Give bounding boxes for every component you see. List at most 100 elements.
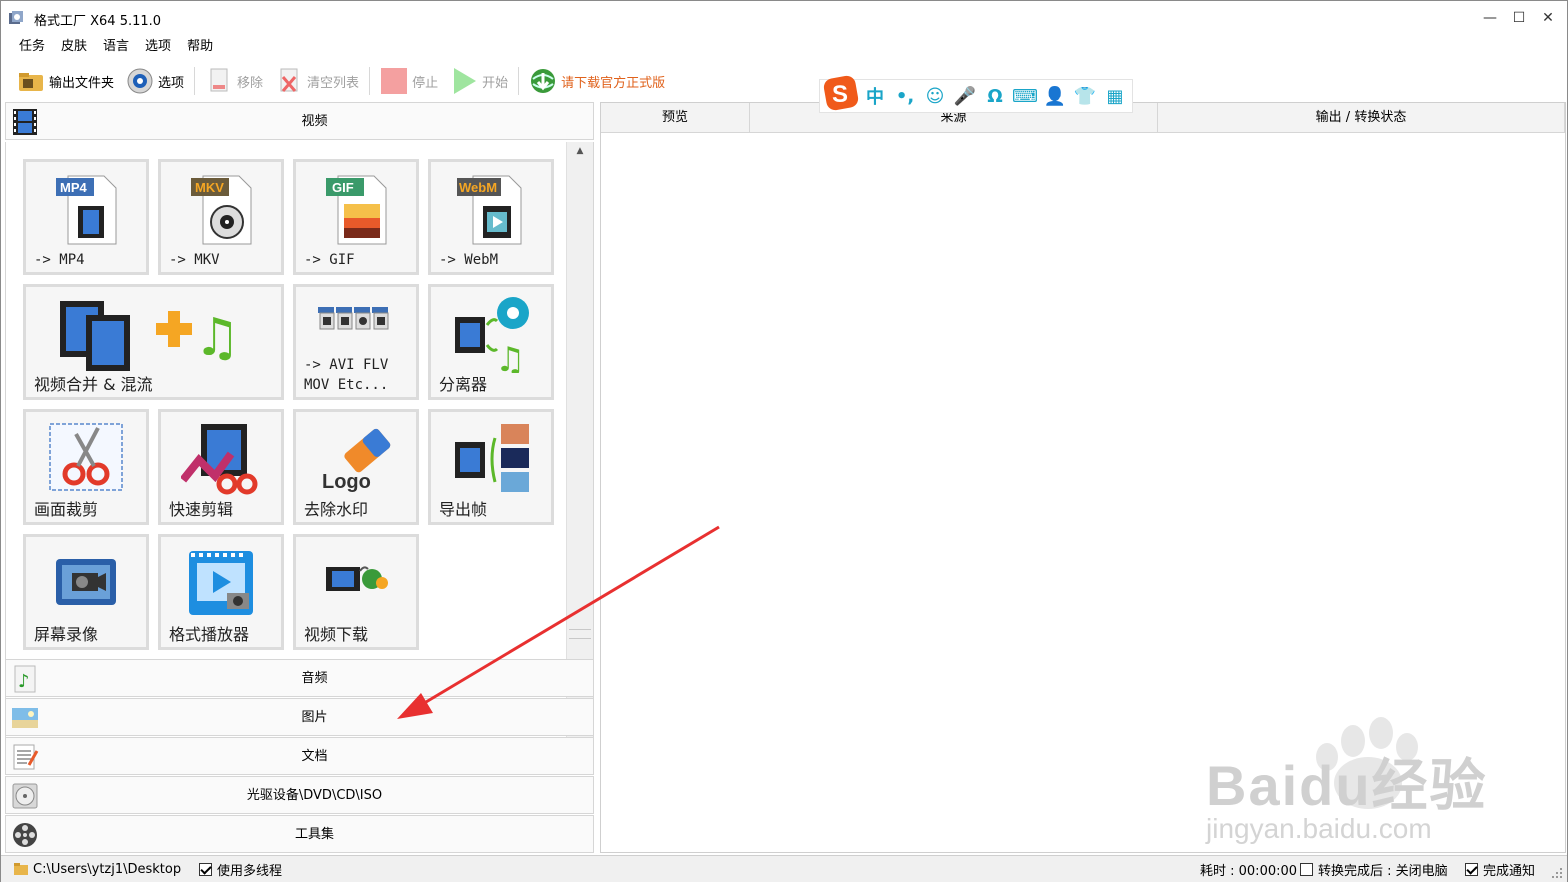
svg-text:WebM: WebM	[459, 180, 497, 195]
scroll-thumb[interactable]	[569, 629, 591, 639]
window-title: 格式工厂 X64 5.11.0	[34, 14, 162, 29]
ime-punctuation[interactable]: •,	[890, 81, 920, 111]
tile-remove-watermark[interactable]: Logo 去除水印	[293, 409, 419, 525]
tile-label: 视频下载	[304, 625, 369, 644]
scroll-up-arrow[interactable]: ▲	[567, 142, 593, 160]
crop-scissors-icon	[49, 423, 123, 491]
remove-button[interactable]: 移除	[199, 63, 269, 99]
sogou-icon[interactable]: S	[822, 74, 860, 112]
maximize-button[interactable]: ☐	[1504, 1, 1534, 35]
remove-label: 移除	[237, 75, 264, 91]
options-button[interactable]: 选项	[120, 63, 190, 99]
title-bar: 格式工厂 X64 5.11.0 — ☐ ✕	[1, 1, 1567, 35]
elapsed-time: 耗时 : 00:00:00	[1200, 860, 1298, 879]
output-folder-button[interactable]: 输出文件夹	[11, 63, 120, 99]
category-optical-header[interactable]: 光驱设备\DVD\CD\ISO	[5, 776, 594, 814]
elapsed-time-text: 耗时 : 00:00:00	[1200, 863, 1298, 879]
tile-splitter[interactable]: ♫ 分离器	[428, 284, 554, 400]
apps-grid-icon[interactable]: ▦	[1100, 81, 1130, 111]
tile-label: 画面裁剪	[34, 500, 99, 519]
stop-button[interactable]: 停止	[374, 63, 444, 99]
download-official-link[interactable]: 请下载官方正式版	[523, 63, 671, 99]
after-done-option[interactable]: 转换完成后 : 关闭电脑	[1300, 860, 1448, 879]
status-bar: C:\Users\ytzj1\Desktop 使用多线程 耗时 : 00:00:…	[1, 855, 1567, 882]
tile-video-download[interactable]: 视频下载	[293, 534, 419, 650]
close-button[interactable]: ✕	[1533, 1, 1563, 35]
tile-label: -> GIF	[304, 252, 355, 268]
clear-list-button[interactable]: 清空列表	[269, 63, 365, 99]
category-image-header[interactable]: 图片	[5, 698, 594, 736]
menu-options[interactable]: 选项	[137, 38, 179, 58]
keyboard-icon[interactable]: ⌨	[1010, 81, 1040, 111]
emoji-icon[interactable]: ☺	[920, 81, 950, 111]
omega-icon[interactable]: Ω	[980, 81, 1010, 111]
ime-chinese-mode[interactable]: 中	[860, 81, 890, 111]
category-optical-label: 光驱设备\DVD\CD\ISO	[246, 788, 383, 803]
menu-skin[interactable]: 皮肤	[53, 38, 95, 58]
category-tools-header[interactable]: 工具集	[5, 815, 594, 853]
tile-label: -> MP4	[34, 252, 85, 268]
start-button[interactable]: 开始	[444, 63, 514, 99]
tile-label: 导出帧	[439, 500, 488, 519]
shirt-icon[interactable]: 👕	[1070, 81, 1100, 111]
notify-option[interactable]: 完成通知	[1465, 860, 1536, 879]
tile-label: 分离器	[439, 375, 488, 394]
tile-to-mp4[interactable]: MP4 -> MP4	[23, 159, 149, 275]
webm-file-icon: WebM	[457, 175, 522, 245]
svg-text:GIF: GIF	[332, 180, 354, 195]
menu-help[interactable]: 帮助	[179, 38, 221, 58]
tile-label: 快速剪辑	[169, 500, 234, 519]
screen-record-icon	[56, 559, 116, 605]
export-frames-icon	[455, 424, 529, 492]
notify-checkbox[interactable]	[1465, 862, 1478, 876]
microphone-icon[interactable]: 🎤	[950, 81, 980, 111]
gear-icon	[127, 68, 153, 94]
category-image-label: 图片	[301, 710, 328, 725]
resize-grip[interactable]	[1551, 867, 1563, 879]
tile-to-mkv[interactable]: MKV -> MKV	[158, 159, 284, 275]
multithread-checkbox[interactable]	[199, 862, 212, 876]
eraser-icon: Logo	[322, 428, 391, 493]
column-output-status[interactable]: 输出 / 转换状态	[1158, 103, 1565, 133]
output-folder-label: 输出文件夹	[49, 75, 115, 91]
tile-quick-edit[interactable]: 快速剪辑	[158, 409, 284, 525]
menu-task[interactable]: 任务	[11, 38, 53, 58]
clear-list-label: 清空列表	[307, 75, 360, 91]
stop-icon	[381, 68, 408, 94]
user-icon[interactable]: 👤	[1040, 81, 1070, 111]
minimize-button[interactable]: —	[1475, 1, 1505, 35]
tile-screen-record[interactable]: 屏幕录像	[23, 534, 149, 650]
ime-toolbar: S 中 •, ☺ 🎤 Ω ⌨ 👤 👕 ▦	[819, 75, 1133, 113]
clear-list-icon	[280, 68, 298, 92]
options-label: 选项	[158, 75, 185, 91]
tile-format-player[interactable]: 格式播放器	[158, 534, 284, 650]
category-panel: 视频 MP4 -> MP4 MKV -> MKV GIF -> GIF WebM…	[5, 102, 594, 853]
output-path[interactable]: C:\Users\ytzj1\Desktop	[13, 860, 181, 878]
category-video-header[interactable]: 视频	[5, 102, 594, 140]
tile-to-gif[interactable]: GIF -> GIF	[293, 159, 419, 275]
toolbar-separator	[194, 67, 196, 95]
tile-to-webm[interactable]: WebM -> WebM	[428, 159, 554, 275]
multithread-option[interactable]: 使用多线程	[199, 860, 283, 879]
remove-icon	[210, 68, 228, 92]
menu-language[interactable]: 语言	[95, 38, 137, 58]
tile-to-avi-flv-mov[interactable]: -> AVI FLV MOV Etc...	[293, 284, 419, 400]
tile-label: -> MKV	[169, 252, 220, 268]
tile-video-join-mux[interactable]: ♫ 视频合并 & 混流	[23, 284, 284, 400]
notify-label: 完成通知	[1483, 863, 1536, 879]
tile-label: -> AVI FLV MOV Etc...	[304, 357, 389, 393]
splitter-icon: ♫	[455, 297, 529, 373]
multithread-label: 使用多线程	[217, 863, 283, 879]
category-document-header[interactable]: 文档	[5, 737, 594, 775]
quick-edit-icon	[181, 424, 258, 495]
globe-icon	[531, 69, 556, 93]
mp4-file-icon: MP4	[56, 175, 117, 245]
svg-text:♫: ♫	[495, 340, 525, 373]
category-audio-header[interactable]: ♪ 音频	[5, 659, 594, 697]
tile-crop[interactable]: 画面裁剪	[23, 409, 149, 525]
after-done-checkbox[interactable]	[1300, 862, 1313, 876]
column-preview[interactable]: 预览	[601, 103, 750, 133]
tile-export-frames[interactable]: 导出帧	[428, 409, 554, 525]
category-tools-label: 工具集	[294, 827, 334, 842]
gif-file-icon: GIF	[326, 175, 387, 245]
